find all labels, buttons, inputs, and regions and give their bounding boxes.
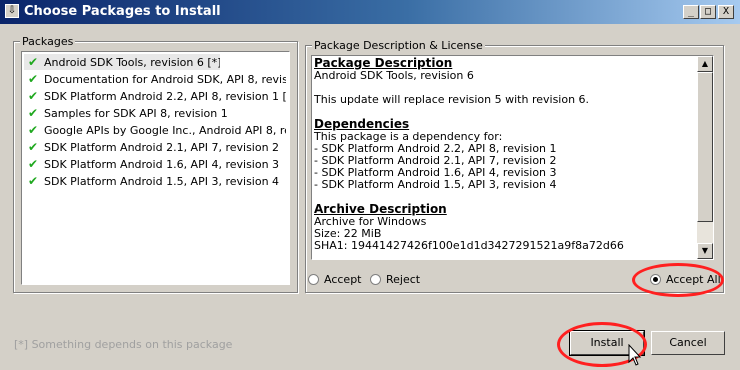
maximize-button[interactable]: □ [700, 5, 716, 19]
checkmark-icon: ✔ [28, 106, 39, 120]
title-bar[interactable]: ⇩ Choose Packages to Install _ □ X [0, 0, 740, 24]
checkmark-icon: ✔ [28, 157, 39, 171]
scroll-thumb[interactable] [697, 72, 713, 222]
package-list-item[interactable]: ✔ SDK Platform Android 2.1, API 7, revisi… [24, 139, 286, 155]
package-label: Samples for SDK API 8, revision 1 [44, 107, 228, 120]
description-scrollbar[interactable]: ▲ ▼ [697, 56, 713, 259]
download-icon: ⇩ [5, 4, 19, 18]
package-label: SDK Platform Android 2.2, API 8, revisio… [44, 90, 286, 103]
update-note: This update will replace revision 5 with… [314, 93, 590, 106]
radio-icon [308, 274, 319, 285]
package-list-item[interactable]: ✔ SDK Platform Android 1.5, API 3, revisi… [24, 173, 286, 189]
scroll-down-icon[interactable]: ▼ [697, 243, 713, 259]
package-list-item[interactable]: ✔ Documentation for Android SDK, API 8, r… [24, 71, 286, 87]
packages-legend: Packages [20, 35, 76, 48]
package-label: SDK Platform Android 2.1, API 7, revisio… [44, 141, 280, 154]
reject-label: Reject [386, 273, 421, 286]
package-label: Google APIs by Google Inc., Android API … [44, 124, 286, 137]
package-label: SDK Platform Android 1.6, API 4, revisio… [44, 158, 280, 171]
package-label: Android SDK Tools, revision 6 [*] [44, 56, 220, 69]
checkmark-icon: ✔ [28, 174, 39, 188]
accept-label: Accept [324, 273, 362, 286]
package-list[interactable]: ✔ Android SDK Tools, revision 6 [*] ✔ Docum… [21, 51, 290, 285]
package-name: Android SDK Tools, revision 6 [314, 69, 474, 82]
radio-icon [370, 274, 381, 285]
dependency-footnote: [*] Something depends on this package [14, 338, 233, 351]
description-panel[interactable]: Package Description Android SDK Tools, r… [311, 55, 714, 260]
checkmark-icon: ✔ [28, 89, 39, 103]
package-list-item[interactable]: ✔ SDK Platform Android 2.2, API 8, revisi… [24, 88, 286, 104]
minimize-button[interactable]: _ [683, 5, 699, 19]
package-list-item[interactable]: ✔ Google APIs by Google Inc., Android API… [24, 122, 286, 138]
package-list-item[interactable]: ✔ Android SDK Tools, revision 6 [*] [24, 54, 220, 70]
checkmark-icon: ✔ [28, 72, 39, 86]
scroll-up-icon[interactable]: ▲ [697, 56, 713, 72]
cancel-button[interactable]: Cancel [651, 331, 725, 355]
accept-all-annotation [632, 263, 724, 297]
checkmark-icon: ✔ [28, 55, 39, 69]
package-list-item[interactable]: ✔ SDK Platform Android 1.6, API 4, revisi… [24, 156, 286, 172]
description-legend: Package Description & License [312, 39, 485, 52]
package-list-item[interactable]: ✔ Samples for SDK API 8, revision 1 [24, 105, 286, 121]
reject-radio[interactable]: Reject [370, 273, 420, 286]
package-label: Documentation for Android SDK, API 8, re… [44, 73, 286, 86]
close-button[interactable]: X [718, 5, 734, 19]
archive-sha1: SHA1: 19441427426f100e1d1d3427291521a9f8… [314, 239, 624, 252]
checkmark-icon: ✔ [28, 123, 39, 137]
dependency-item: - SDK Platform Android 1.5, API 3, revis… [314, 178, 557, 191]
accept-radio[interactable]: Accept [308, 273, 362, 286]
package-label: SDK Platform Android 1.5, API 3, revisio… [44, 175, 280, 188]
checkmark-icon: ✔ [28, 140, 39, 154]
window-title: Choose Packages to Install [24, 4, 221, 19]
mouse-cursor-icon [628, 344, 642, 366]
